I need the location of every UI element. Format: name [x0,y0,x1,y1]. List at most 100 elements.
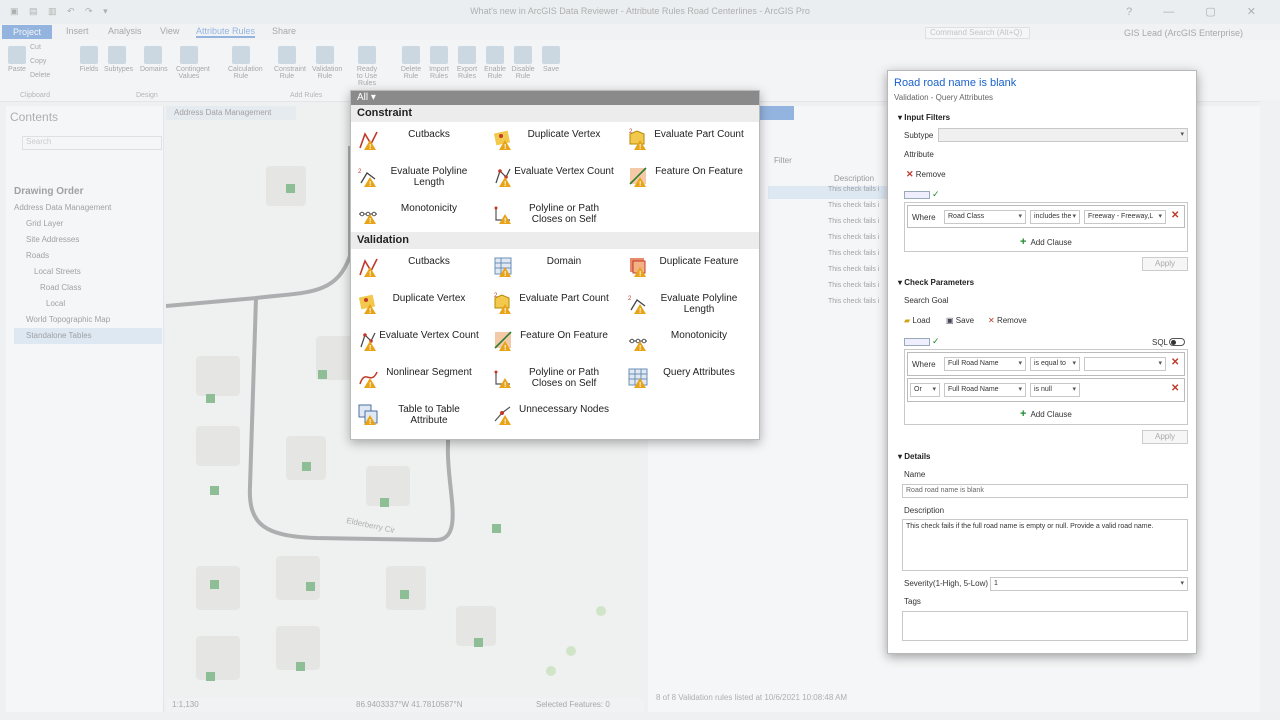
rule-type-duplicate-feature[interactable]: ! Duplicate Feature [623,253,753,287]
name-input[interactable]: Road road name is blank [902,484,1188,498]
rule-type-evaluate-vertex-count[interactable]: ! Evaluate Vertex Count [488,163,618,197]
rule-type-monotonicity[interactable]: ! Monotonicity [353,200,483,234]
query-mode-buttons[interactable] [904,191,930,199]
query-mode-buttons[interactable] [904,338,930,346]
tree-item[interactable]: Grid Layer [14,216,162,232]
check-parameters-heading[interactable]: ▾ Check Parameters [898,278,974,287]
add-clause-button[interactable]: + Add Clause [1020,408,1072,420]
cut-button[interactable]: Cut [30,44,60,51]
tags-input[interactable] [902,611,1188,641]
validation-rule-button[interactable]: Validation Rule [312,46,342,80]
calculation-rule-button[interactable]: Calculation Rule [228,46,263,80]
rule-type-evaluate-part-count[interactable]: 2! Evaluate Part Count [488,290,618,324]
delete-button[interactable]: Delete [30,72,60,79]
remove-attribute-button[interactable]: ✕ Remove [906,169,946,180]
rule-type-duplicate-vertex[interactable]: ! Duplicate Vertex [353,290,483,324]
tab-project[interactable]: Project [2,25,52,39]
clause-operator-dropdown[interactable]: is equal to [1030,357,1080,371]
clause-field-dropdown[interactable]: Full Road Name [944,383,1026,397]
save-rules-button[interactable]: Save [538,46,564,73]
rule-type-domain[interactable]: ! Domain [488,253,618,287]
fields-button[interactable]: Fields [76,46,102,73]
constraint-rule-button[interactable]: Constraint Rule [274,46,306,80]
rule-type-nonlinear-segment[interactable]: ! Nonlinear Segment [353,364,483,398]
contingent-values-button[interactable]: Contingent Values [176,46,210,80]
export-rules-button[interactable]: Export Rules [454,46,480,80]
filter-value-dropdown[interactable]: Freeway - Freeway,L [1084,210,1166,224]
copy-button[interactable]: Copy [30,58,60,65]
rule-type-evaluate-polyline-length[interactable]: 2! Evaluate Polyline Length [353,163,483,197]
map-scale[interactable]: 1:1,130 [172,700,199,709]
remove-query-button[interactable]: ✕ Remove [988,316,1027,325]
rule-type-feature-on-feature[interactable]: ! Feature On Feature [623,163,753,197]
tree-item-selected[interactable]: Standalone Tables [14,328,162,344]
rule-type-label: Evaluate Vertex Count [379,330,479,341]
tab-share[interactable]: Share [272,26,296,36]
delete-rule-button[interactable]: Delete Rule [398,46,424,80]
rule-type-polyline-or-path-closes-on-self[interactable]: ! Polyline or Path Closes on Self [488,364,618,398]
tab-attribute-rules[interactable]: Attribute Rules [196,26,256,38]
remove-clause-icon[interactable]: ✕ [1171,357,1179,368]
domains-button[interactable]: Domains [140,46,168,73]
severity-dropdown[interactable]: 1 [990,577,1188,591]
remove-clause-icon[interactable]: ✕ [1171,210,1179,221]
plus-icon: + [1020,236,1027,248]
input-filters-heading[interactable]: ▾ Input Filters [898,113,950,122]
clause-operator-dropdown[interactable]: is null [1030,383,1080,397]
rule-type-cutbacks[interactable]: ! Cutbacks [353,253,483,287]
rule-type-evaluate-vertex-count[interactable]: ! Evaluate Vertex Count [353,327,483,361]
tree-item[interactable]: Local Streets [14,264,162,280]
tab-insert[interactable]: Insert [66,26,89,36]
rule-type-evaluate-part-count[interactable]: 2! Evaluate Part Count [623,126,753,160]
filter-field-dropdown[interactable]: Road Class [944,210,1026,224]
rule-type-feature-on-feature[interactable]: ! Feature On Feature [488,327,618,361]
details-heading[interactable]: ▾ Details [898,452,930,461]
filter-operator-dropdown[interactable]: includes the [1030,210,1080,224]
description-input[interactable]: This check fails if the full road name i… [902,519,1188,571]
rule-type-query-attributes[interactable]: ! Query Attributes [623,364,753,398]
paste-button[interactable]: Paste [4,46,30,73]
tab-view[interactable]: View [160,26,179,36]
column-header: Description [834,174,875,183]
import-rules-button[interactable]: Import Rules [426,46,452,80]
subtypes-button[interactable]: Subtypes [104,46,133,73]
tree-item[interactable]: Roads [14,248,162,264]
tree-item[interactable]: Site Addresses [14,232,162,248]
rule-type-evaluate-polyline-length[interactable]: 2! Evaluate Polyline Length [623,290,753,324]
rule-type-monotonicity[interactable]: ! Monotonicity [623,327,753,361]
duplicate-feature-icon: ! [627,255,649,278]
rule-type-cutbacks[interactable]: ! Cutbacks [353,126,483,160]
apply-filter-button[interactable]: Apply [1142,257,1188,271]
section-validation: Validation [351,232,759,249]
tree-item[interactable]: World Topographic Map [14,312,162,328]
window-controls[interactable]: ? — ▢ ✕ [1126,5,1270,18]
rule-type-table-to-table-attribute[interactable]: ! Table to Table Attribute [353,401,483,435]
sql-toggle[interactable] [1169,338,1185,346]
disable-rule-button[interactable]: Disable Rule [510,46,536,80]
enable-rule-button[interactable]: Enable Rule [482,46,508,80]
filter-button[interactable]: Filter [774,156,792,165]
command-search-input[interactable]: Command Search (Alt+Q) [925,27,1030,39]
nonlinear-segment-icon: ! [357,366,379,389]
svg-text:!: ! [369,144,371,151]
tab-analysis[interactable]: Analysis [108,26,142,36]
rule-type-polyline-or-path-closes-on-self[interactable]: ! Polyline or Path Closes on Self [488,200,618,234]
apply-query-button[interactable]: Apply [1142,430,1188,444]
load-button[interactable]: ▰ Load [904,316,930,325]
rule-type-label: Duplicate Vertex [392,293,466,304]
clause-conjunction-dropdown[interactable]: Or [910,383,940,397]
subtype-dropdown[interactable] [938,128,1188,142]
contents-search-input[interactable]: Search [22,136,162,150]
clause-field-dropdown[interactable]: Full Road Name [944,357,1026,371]
rule-type-duplicate-vertex[interactable]: ! Duplicate Vertex [488,126,618,160]
clause-value-dropdown[interactable] [1084,357,1166,371]
user-account[interactable]: GIS Lead (ArcGIS Enterprise) [1124,28,1243,38]
rule-type-unnecessary-nodes[interactable]: ! Unnecessary Nodes [488,401,618,435]
remove-clause-icon[interactable]: ✕ [1171,383,1179,394]
tree-item[interactable]: Address Data Management [14,200,162,216]
add-clause-button[interactable]: + Add Clause [1020,236,1072,248]
save-button[interactable]: ▣ Save [946,316,974,325]
gallery-filter-dropdown[interactable]: All ▾ [351,91,759,105]
rule-type-label: Duplicate Vertex [527,129,601,140]
ready-to-use-rules-button[interactable]: Ready to Use Rules [354,46,380,87]
